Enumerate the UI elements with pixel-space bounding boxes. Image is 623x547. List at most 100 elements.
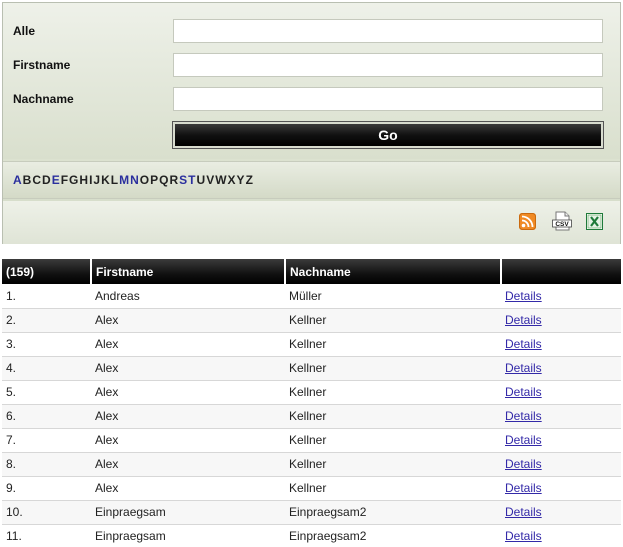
alphabet-letter-a[interactable]: A [13, 173, 22, 187]
header-count: (159) [2, 259, 91, 284]
table-row: 5. Alex Kellner Details [2, 380, 621, 405]
alphabet-letter-x[interactable]: X [228, 173, 236, 187]
alphabet-letter-c[interactable]: C [32, 173, 41, 187]
alphabet-letter-n[interactable]: N [130, 173, 139, 187]
row-details-cell: Details [501, 284, 621, 309]
alphabet-letter-v[interactable]: V [206, 173, 214, 187]
row-firstname: Alex [91, 308, 285, 333]
alle-label: Alle [13, 24, 36, 38]
table-row: 9. Alex Kellner Details [2, 476, 621, 501]
nachname-input[interactable] [173, 87, 603, 111]
row-nachname: Einpraegsam2 [285, 500, 501, 525]
alphabet-letter-i[interactable]: I [89, 173, 92, 187]
firstname-label: Firstname [13, 58, 71, 72]
header-firstname[interactable]: Firstname [90, 259, 285, 284]
alphabet-letter-k[interactable]: K [101, 173, 110, 187]
search-panel: Alle Firstname Nachname Go ABCDEFGHIJKLM… [2, 2, 621, 244]
alphabet-letter-m[interactable]: M [119, 173, 129, 187]
row-number: 3. [2, 332, 91, 357]
table-row: 3. Alex Kellner Details [2, 332, 621, 357]
alphabet-letter-f[interactable]: F [61, 173, 68, 187]
csv-icon-label: CSV [555, 221, 569, 228]
alphabet-letter-y[interactable]: Y [237, 173, 245, 187]
table-row: 7. Alex Kellner Details [2, 428, 621, 453]
alphabet-letter-t[interactable]: T [188, 173, 195, 187]
details-link[interactable]: Details [505, 361, 542, 375]
alphabet-letter-q[interactable]: Q [159, 173, 168, 187]
row-details-cell: Details [501, 332, 621, 357]
row-firstname: Alex [91, 356, 285, 381]
row-nachname: Kellner [285, 332, 501, 357]
details-link[interactable]: Details [505, 313, 542, 327]
row-nachname: Kellner [285, 380, 501, 405]
alle-input[interactable] [173, 19, 603, 43]
firstname-input[interactable] [173, 53, 603, 77]
go-button[interactable]: Go [172, 121, 604, 149]
row-firstname: Alex [91, 428, 285, 453]
row-nachname: Kellner [285, 308, 501, 333]
row-details-cell: Details [501, 524, 621, 547]
rss-icon[interactable] [519, 213, 536, 230]
details-link[interactable]: Details [505, 409, 542, 423]
row-nachname: Kellner [285, 476, 501, 501]
alphabet-letter-u[interactable]: U [197, 173, 206, 187]
table-body: 1. Andreas Müller Details 2. Alex Kellner Detai… [2, 284, 621, 547]
details-link[interactable]: Details [505, 433, 542, 447]
header-nachname[interactable]: Nachname [284, 259, 501, 284]
nachname-label: Nachname [13, 92, 74, 106]
row-number: 5. [2, 380, 91, 405]
row-firstname: Einpraegsam [91, 524, 285, 547]
details-link[interactable]: Details [505, 481, 542, 495]
details-link[interactable]: Details [505, 529, 542, 543]
row-firstname: Alex [91, 380, 285, 405]
row-firstname: Alex [91, 452, 285, 477]
alphabet-letter-z[interactable]: Z [246, 173, 253, 187]
alphabet-letter-r[interactable]: R [169, 173, 178, 187]
row-firstname: Einpraegsam [91, 500, 285, 525]
alphabet-letter-o[interactable]: O [140, 173, 149, 187]
form-row-nachname: Nachname [3, 87, 620, 113]
table-row: 8. Alex Kellner Details [2, 452, 621, 477]
alphabet-letter-l[interactable]: L [111, 173, 118, 187]
export-toolbar: CSV [3, 201, 620, 244]
row-number: 11. [2, 524, 91, 547]
table-row: 2. Alex Kellner Details [2, 308, 621, 333]
alphabet-filter: ABCDEFGHIJKLMNOPQRSTUVWXYZ [3, 161, 620, 199]
details-link[interactable]: Details [505, 457, 542, 471]
header-actions [500, 259, 621, 284]
row-number: 7. [2, 428, 91, 453]
table-row: 10. Einpraegsam Einpraegsam2 Details [2, 500, 621, 525]
excel-icon[interactable] [586, 213, 603, 230]
alphabet-letter-p[interactable]: P [150, 173, 158, 187]
results-table: (159) Firstname Nachname 1. Andreas Müller… [2, 259, 621, 547]
alphabet-letter-e[interactable]: E [52, 173, 60, 187]
row-nachname: Kellner [285, 404, 501, 429]
alphabet-letter-w[interactable]: W [215, 173, 226, 187]
row-firstname: Alex [91, 332, 285, 357]
row-number: 8. [2, 452, 91, 477]
details-link[interactable]: Details [505, 289, 542, 303]
row-details-cell: Details [501, 428, 621, 453]
row-nachname: Einpraegsam2 [285, 524, 501, 547]
row-details-cell: Details [501, 476, 621, 501]
alphabet-letter-g[interactable]: G [69, 173, 78, 187]
row-nachname: Kellner [285, 452, 501, 477]
alphabet-letter-j[interactable]: J [93, 173, 100, 187]
table-row: 6. Alex Kellner Details [2, 404, 621, 429]
csv-icon[interactable]: CSV [552, 211, 572, 231]
details-link[interactable]: Details [505, 505, 542, 519]
details-link[interactable]: Details [505, 385, 542, 399]
table-row: 4. Alex Kellner Details [2, 356, 621, 381]
alphabet-letter-b[interactable]: B [23, 173, 32, 187]
row-firstname: Andreas [91, 284, 285, 309]
row-details-cell: Details [501, 308, 621, 333]
form-row-firstname: Firstname [3, 53, 620, 79]
alphabet-letter-d[interactable]: D [42, 173, 51, 187]
row-nachname: Müller [285, 284, 501, 309]
search-form: Alle Firstname Nachname Go [3, 3, 620, 159]
alphabet-letter-s[interactable]: S [179, 173, 187, 187]
row-details-cell: Details [501, 380, 621, 405]
alphabet-letter-h[interactable]: H [79, 173, 88, 187]
row-nachname: Kellner [285, 428, 501, 453]
details-link[interactable]: Details [505, 337, 542, 351]
